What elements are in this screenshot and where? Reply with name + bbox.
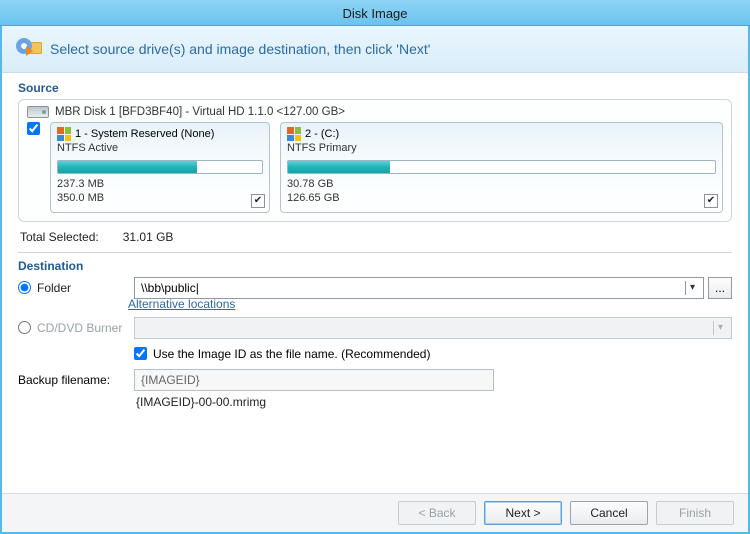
partition-title: 1 - System Reserved (None) — [75, 128, 214, 140]
burner-radio-label: CD/DVD Burner — [37, 321, 122, 335]
partition-used: 30.78 GB — [287, 178, 716, 192]
back-button: < Back — [398, 501, 476, 525]
filename-preview: {IMAGEID}-00-00.mrimg — [136, 395, 732, 409]
partition-checkbox[interactable] — [704, 194, 718, 208]
window: Select source drive(s) and image destina… — [0, 26, 750, 534]
use-imageid-checkbox[interactable] — [134, 347, 147, 360]
source-heading: Source — [18, 81, 732, 95]
backup-filename-input[interactable] — [134, 369, 494, 391]
hdd-icon — [27, 106, 49, 118]
partition-fs: NTFS Primary — [287, 142, 716, 154]
usage-bar — [287, 160, 716, 174]
windows-icon — [287, 127, 301, 141]
finish-button: Finish — [656, 501, 734, 525]
destination-heading: Destination — [18, 259, 732, 273]
chevron-down-icon[interactable] — [685, 281, 699, 295]
browse-button[interactable]: ... — [708, 277, 732, 299]
wizard-icon — [16, 36, 42, 62]
disk-checkbox[interactable] — [27, 122, 40, 135]
window-title: Disk Image — [0, 0, 750, 26]
divider — [18, 252, 732, 253]
usage-bar — [57, 160, 263, 174]
disk-label: MBR Disk 1 [BFD3BF40] - Virtual HD 1.1.0… — [55, 106, 345, 118]
partition-card[interactable]: 1 - System Reserved (None) NTFS Active 2… — [50, 122, 270, 213]
partition-checkbox[interactable] — [251, 194, 265, 208]
folder-value: \\bb\public| — [141, 281, 199, 295]
wizard-footer: < Back Next > Cancel Finish — [2, 493, 748, 532]
alternative-locations-link[interactable]: Alternative locations — [128, 297, 732, 311]
partition-used: 237.3 MB — [57, 178, 263, 192]
next-button[interactable]: Next > — [484, 501, 562, 525]
partition-total: 126.65 GB — [287, 192, 716, 206]
partition-total: 350.0 MB — [57, 192, 263, 206]
use-imageid-label: Use the Image ID as the file name. (Reco… — [153, 347, 430, 361]
total-selected-label: Total Selected: — [20, 230, 99, 244]
backup-filename-label: Backup filename: — [18, 373, 126, 387]
total-selected-value: 31.01 GB — [123, 230, 174, 244]
folder-radio[interactable]: Folder — [18, 281, 126, 295]
partition-card[interactable]: 2 - (C:) NTFS Primary 30.78 GB 126.65 GB — [280, 122, 723, 213]
windows-icon — [57, 127, 71, 141]
burner-radio[interactable]: CD/DVD Burner — [18, 321, 126, 335]
partition-title: 2 - (C:) — [305, 128, 339, 140]
disk-row: MBR Disk 1 [BFD3BF40] - Virtual HD 1.1.0… — [27, 106, 723, 118]
partition-fs: NTFS Active — [57, 142, 263, 154]
chevron-down-icon — [713, 321, 727, 335]
instruction-banner: Select source drive(s) and image destina… — [2, 26, 748, 73]
instruction-text: Select source drive(s) and image destina… — [50, 41, 430, 57]
burner-dropdown — [134, 317, 732, 339]
cancel-button[interactable]: Cancel — [570, 501, 648, 525]
folder-dropdown[interactable]: \\bb\public| — [134, 277, 704, 299]
folder-radio-label: Folder — [37, 281, 71, 295]
source-panel: MBR Disk 1 [BFD3BF40] - Virtual HD 1.1.0… — [18, 99, 732, 222]
